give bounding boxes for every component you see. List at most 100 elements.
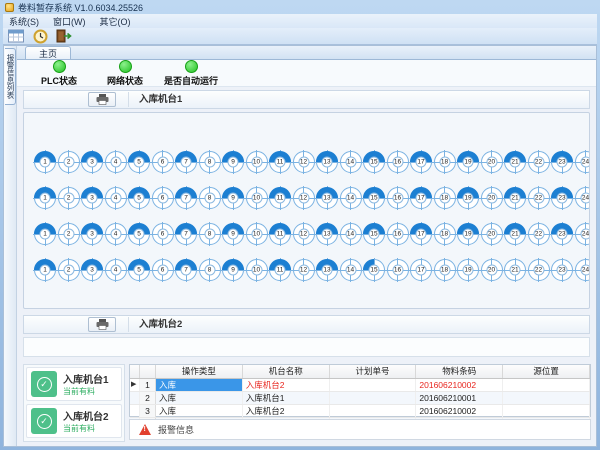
storage-slot-11[interactable]: 11 — [269, 187, 291, 209]
storage-slot-21[interactable]: 21 — [504, 223, 526, 245]
storage-slot-20[interactable]: 20 — [481, 187, 503, 209]
table-row[interactable]: 2入库入库机台1201606210001 — [130, 392, 590, 405]
storage-slot-14[interactable]: 14 — [340, 223, 362, 245]
storage-slot-15[interactable]: 15 — [363, 187, 385, 209]
storage-slot-22[interactable]: 22 — [528, 151, 550, 173]
storage-slot-6[interactable]: 6 — [152, 259, 174, 281]
storage-slot-23[interactable]: 23 — [551, 259, 573, 281]
storage-slot-1[interactable]: 1 — [34, 223, 56, 245]
storage-slot-13[interactable]: 13 — [316, 151, 338, 173]
tab-home[interactable]: 主页 — [25, 46, 71, 59]
table-column-header[interactable]: 物料条码 — [416, 365, 503, 378]
print-button-station1[interactable] — [88, 92, 116, 107]
storage-slot-19[interactable]: 19 — [457, 151, 479, 173]
dock-tab-alarm-list[interactable]: 报警信息列表 — [5, 48, 16, 105]
storage-slot-15[interactable]: 15 — [363, 223, 385, 245]
storage-slot-7[interactable]: 7 — [175, 151, 197, 173]
storage-slot-3[interactable]: 3 — [81, 187, 103, 209]
storage-slot-7[interactable]: 7 — [175, 187, 197, 209]
table-cell[interactable]: 201606210002 — [416, 379, 503, 391]
storage-slot-15[interactable]: 15 — [363, 151, 385, 173]
storage-slot-16[interactable]: 16 — [387, 259, 409, 281]
storage-slot-18[interactable]: 18 — [434, 259, 456, 281]
storage-slot-3[interactable]: 3 — [81, 259, 103, 281]
storage-slot-1[interactable]: 1 — [34, 151, 56, 173]
storage-slot-8[interactable]: 8 — [199, 259, 221, 281]
storage-slot-2[interactable]: 2 — [58, 151, 80, 173]
storage-slot-23[interactable]: 23 — [551, 223, 573, 245]
storage-slot-2[interactable]: 2 — [58, 187, 80, 209]
storage-slot-1[interactable]: 1 — [34, 259, 56, 281]
storage-slot-22[interactable]: 22 — [528, 259, 550, 281]
storage-slot-12[interactable]: 12 — [293, 223, 315, 245]
table-cell[interactable] — [503, 392, 590, 404]
storage-slot-21[interactable]: 21 — [504, 259, 526, 281]
storage-slot-4[interactable]: 4 — [105, 151, 127, 173]
storage-slot-9[interactable]: 9 — [222, 223, 244, 245]
storage-slot-23[interactable]: 23 — [551, 151, 573, 173]
storage-slot-19[interactable]: 19 — [457, 223, 479, 245]
table-column-header[interactable]: 操作类型 — [156, 365, 243, 378]
storage-slot-1[interactable]: 1 — [34, 187, 56, 209]
schedule-grid-icon[interactable] — [7, 29, 25, 44]
storage-slot-4[interactable]: 4 — [105, 259, 127, 281]
storage-slot-3[interactable]: 3 — [81, 151, 103, 173]
storage-slot-19[interactable]: 19 — [457, 259, 479, 281]
storage-slot-24[interactable]: 24 — [575, 259, 591, 281]
table-cell[interactable] — [330, 379, 417, 391]
storage-slot-21[interactable]: 21 — [504, 151, 526, 173]
storage-slot-12[interactable]: 12 — [293, 259, 315, 281]
storage-slot-21[interactable]: 21 — [504, 187, 526, 209]
table-cell[interactable] — [503, 379, 590, 391]
table-cell[interactable]: 入库机台1 — [243, 392, 330, 404]
print-button-station2[interactable] — [88, 317, 116, 332]
storage-slot-6[interactable]: 6 — [152, 187, 174, 209]
table-cell[interactable]: 入库 — [156, 392, 243, 404]
storage-slot-20[interactable]: 20 — [481, 223, 503, 245]
storage-slot-17[interactable]: 17 — [410, 259, 432, 281]
storage-slot-4[interactable]: 4 — [105, 223, 127, 245]
machine-card[interactable]: ✓入库机台1当前有料 — [26, 367, 122, 401]
storage-slot-9[interactable]: 9 — [222, 259, 244, 281]
storage-slot-6[interactable]: 6 — [152, 151, 174, 173]
table-column-header[interactable]: 源位置 — [503, 365, 590, 378]
clock-icon[interactable] — [31, 29, 49, 44]
menu-item[interactable]: 其它(O) — [100, 15, 131, 28]
table-row[interactable]: ▶1入库入库机台2201606210002 — [130, 379, 590, 392]
exit-icon[interactable] — [55, 29, 73, 44]
storage-slot-6[interactable]: 6 — [152, 223, 174, 245]
storage-slot-12[interactable]: 12 — [293, 151, 315, 173]
table-cell[interactable]: 201606210002 — [416, 405, 503, 417]
storage-slot-14[interactable]: 14 — [340, 187, 362, 209]
storage-slot-24[interactable]: 24 — [575, 223, 591, 245]
storage-slot-10[interactable]: 10 — [246, 223, 268, 245]
table-cell[interactable]: 入库机台2 — [243, 405, 330, 417]
storage-slot-2[interactable]: 2 — [58, 223, 80, 245]
machine-card[interactable]: ✓入库机台2当前有料 — [26, 404, 122, 438]
storage-slot-13[interactable]: 13 — [316, 259, 338, 281]
storage-slot-8[interactable]: 8 — [199, 223, 221, 245]
menu-item[interactable]: 系统(S) — [9, 15, 39, 28]
table-cell[interactable] — [503, 405, 590, 417]
storage-slot-19[interactable]: 19 — [457, 187, 479, 209]
storage-slot-18[interactable]: 18 — [434, 151, 456, 173]
storage-slot-11[interactable]: 11 — [269, 151, 291, 173]
storage-slot-9[interactable]: 9 — [222, 187, 244, 209]
storage-slot-11[interactable]: 11 — [269, 223, 291, 245]
storage-slot-10[interactable]: 10 — [246, 187, 268, 209]
storage-slot-14[interactable]: 14 — [340, 259, 362, 281]
storage-slot-13[interactable]: 13 — [316, 223, 338, 245]
storage-slot-5[interactable]: 5 — [128, 187, 150, 209]
storage-slot-2[interactable]: 2 — [58, 259, 80, 281]
storage-slot-17[interactable]: 17 — [410, 187, 432, 209]
table-column-header[interactable]: 机台名称 — [243, 365, 330, 378]
storage-slot-7[interactable]: 7 — [175, 259, 197, 281]
storage-slot-15[interactable]: 15 — [363, 259, 385, 281]
storage-slot-8[interactable]: 8 — [199, 151, 221, 173]
storage-slot-22[interactable]: 22 — [528, 187, 550, 209]
storage-slot-11[interactable]: 11 — [269, 259, 291, 281]
table-cell[interactable] — [330, 392, 417, 404]
storage-slot-13[interactable]: 13 — [316, 187, 338, 209]
storage-slot-9[interactable]: 9 — [222, 151, 244, 173]
storage-slot-24[interactable]: 24 — [575, 187, 591, 209]
